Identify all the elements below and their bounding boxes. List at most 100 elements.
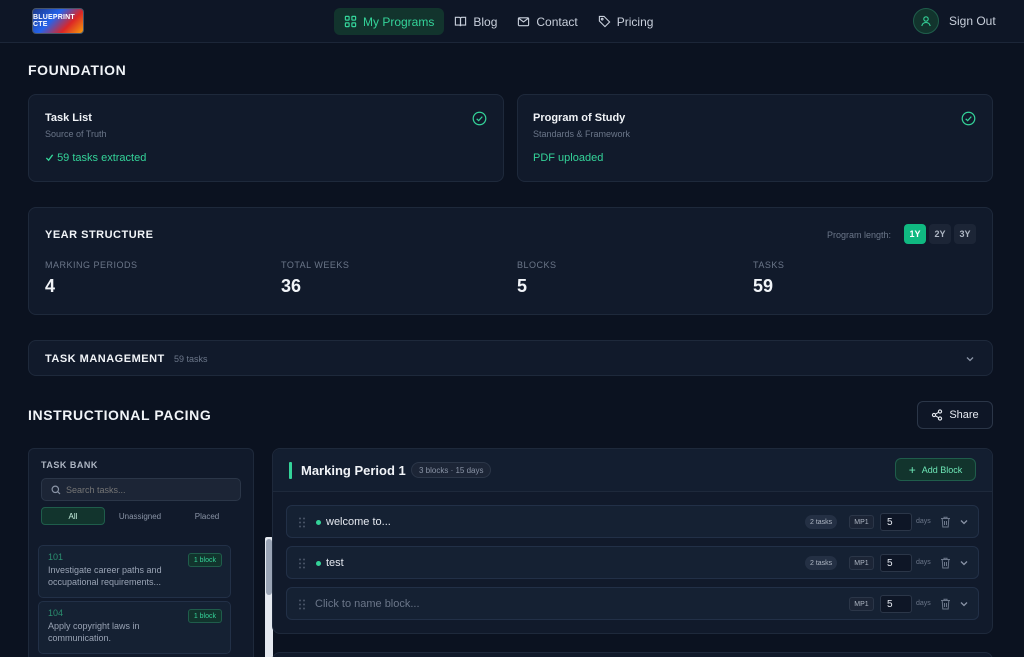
nav-pricing[interactable]: Pricing <box>588 8 664 35</box>
block-status-dot <box>316 520 321 525</box>
drag-handle-icon[interactable] <box>298 517 306 528</box>
block-mp-tag[interactable]: MP1 <box>849 597 874 611</box>
task-list-card[interactable]: Task List Source of Truth 59 tasks extra… <box>28 94 504 182</box>
block-name-placeholder[interactable]: Click to name block... <box>315 598 420 610</box>
book-icon <box>455 16 467 27</box>
task-bank-item[interactable]: 104 Apply copyright laws in communicatio… <box>38 601 231 654</box>
search-input[interactable] <box>66 482 231 497</box>
block-days-input[interactable]: 5 <box>880 513 912 531</box>
task-list-subtitle: Source of Truth <box>45 129 107 139</box>
next-marking-period-card <box>272 652 993 657</box>
stat-label-blocks: BLOCKS <box>517 260 557 270</box>
task-description: Investigate career paths and occupationa… <box>48 565 162 588</box>
task-block-badge: 1 block <box>187 609 222 623</box>
task-management-count: 59 tasks <box>174 354 208 364</box>
task-number: 101 <box>48 552 64 562</box>
task-management-accordion[interactable]: TASK MANAGEMENT 59 tasks <box>28 340 993 376</box>
length-option-2y[interactable]: 2Y <box>929 224 951 244</box>
nav-blog[interactable]: Blog <box>444 8 507 35</box>
main-nav: My Programs Blog Contact Pricing <box>334 8 663 35</box>
brand-logo[interactable]: BLUEPRINT CTE <box>32 8 84 34</box>
nav-label: My Programs <box>363 14 435 29</box>
avatar[interactable] <box>913 8 939 34</box>
task-search-field[interactable] <box>41 478 241 501</box>
block-name[interactable]: test <box>326 557 344 569</box>
stat-label-marking-periods: MARKING PERIODS <box>45 260 138 270</box>
program-length-label: Program length: <box>827 230 892 240</box>
block-mp-tag[interactable]: MP1 <box>849 556 874 570</box>
days-label: days <box>916 600 931 607</box>
task-bank-title: TASK BANK <box>41 460 98 470</box>
drag-handle-icon[interactable] <box>298 599 306 610</box>
sign-out-button[interactable]: Sign Out <box>913 8 996 34</box>
tab-all[interactable]: All <box>41 507 105 525</box>
block-days-input[interactable]: 5 <box>880 554 912 572</box>
task-list-title: Task List <box>45 112 92 124</box>
stat-label-total-weeks: TOTAL WEEKS <box>281 260 350 270</box>
block-days-input[interactable]: 5 <box>880 595 912 613</box>
task-number: 104 <box>48 608 64 618</box>
block-mp-tag[interactable]: MP1 <box>849 515 874 529</box>
grid-icon <box>344 15 357 28</box>
length-option-3y[interactable]: 3Y <box>954 224 976 244</box>
period-color-bar <box>289 462 292 479</box>
instructional-pacing-title: INSTRUCTIONAL PACING <box>28 407 212 423</box>
task-description: Apply copyright laws in communication. <box>48 621 140 644</box>
top-nav-bar: BLUEPRINT CTE My Programs Blog Contact P… <box>0 0 1024 43</box>
block-status-dot <box>316 561 321 566</box>
trash-icon[interactable] <box>940 598 951 610</box>
chevron-down-icon[interactable] <box>959 558 969 568</box>
task-list-status-text: 59 tasks extracted <box>57 152 147 164</box>
stat-value-blocks: 5 <box>517 276 528 296</box>
stat-value-marking-periods: 4 <box>45 276 56 296</box>
tab-placed[interactable]: Placed <box>175 507 239 525</box>
sign-out-label: Sign Out <box>949 14 996 28</box>
block-row[interactable]: welcome to... 2 tasks MP1 5 days <box>286 505 979 538</box>
program-of-study-card[interactable]: Program of Study Standards & Framework P… <box>517 94 993 182</box>
program-of-study-subtitle: Standards & Framework <box>533 129 631 139</box>
nav-contact[interactable]: Contact <box>507 8 587 35</box>
nav-label: Blog <box>473 14 498 29</box>
trash-icon[interactable] <box>940 516 951 528</box>
nav-label: Pricing <box>616 14 654 29</box>
share-icon <box>932 409 943 421</box>
stat-label-tasks: TASKS <box>753 260 785 270</box>
trash-icon[interactable] <box>940 557 951 569</box>
length-option-1y[interactable]: 1Y <box>904 224 926 244</box>
foundation-title: FOUNDATION <box>28 62 127 78</box>
year-structure-card: YEAR STRUCTURE Program length: MARKING P… <box>28 207 993 315</box>
marking-period-title: Marking Period 1 <box>301 463 406 478</box>
add-block-label: Add Block <box>921 464 963 475</box>
block-row[interactable]: test 2 tasks MP1 5 days <box>286 546 979 579</box>
chevron-down-icon[interactable] <box>959 599 969 609</box>
search-icon <box>51 485 61 495</box>
plus-icon: + <box>908 462 916 477</box>
chevron-down-icon <box>966 357 974 362</box>
stat-value-total-weeks: 36 <box>281 276 302 296</box>
block-name[interactable]: welcome to... <box>326 516 391 528</box>
share-button[interactable]: Share <box>917 401 993 429</box>
block-row[interactable]: Click to name block... MP1 5 days <box>286 587 979 620</box>
marking-period-summary: 3 blocks · 15 days <box>411 462 492 478</box>
task-list-status: 59 tasks extracted <box>45 152 146 164</box>
nav-my-programs[interactable]: My Programs <box>334 8 445 35</box>
chevron-down-icon[interactable] <box>959 517 969 527</box>
days-label: days <box>916 559 931 566</box>
check-icon <box>45 154 54 162</box>
block-task-count: 2 tasks <box>805 556 838 570</box>
nav-label: Contact <box>536 14 578 29</box>
drag-handle-icon[interactable] <box>298 558 306 569</box>
stat-value-tasks: 59 <box>753 276 774 296</box>
task-bank-item[interactable]: 101 Investigate career paths and occupat… <box>38 545 231 598</box>
year-structure-title: YEAR STRUCTURE <box>45 229 154 241</box>
tag-icon <box>598 15 611 28</box>
check-circle-icon <box>472 111 487 126</box>
task-block-badge: 1 block <box>187 553 222 567</box>
tab-unassigned[interactable]: Unassigned <box>108 507 172 525</box>
add-block-button[interactable]: + Add Block <box>895 458 976 481</box>
days-label: days <box>916 518 931 525</box>
check-circle-icon <box>961 111 976 126</box>
user-icon <box>921 16 931 27</box>
mail-icon <box>518 17 530 27</box>
block-task-count: 2 tasks <box>805 515 838 529</box>
